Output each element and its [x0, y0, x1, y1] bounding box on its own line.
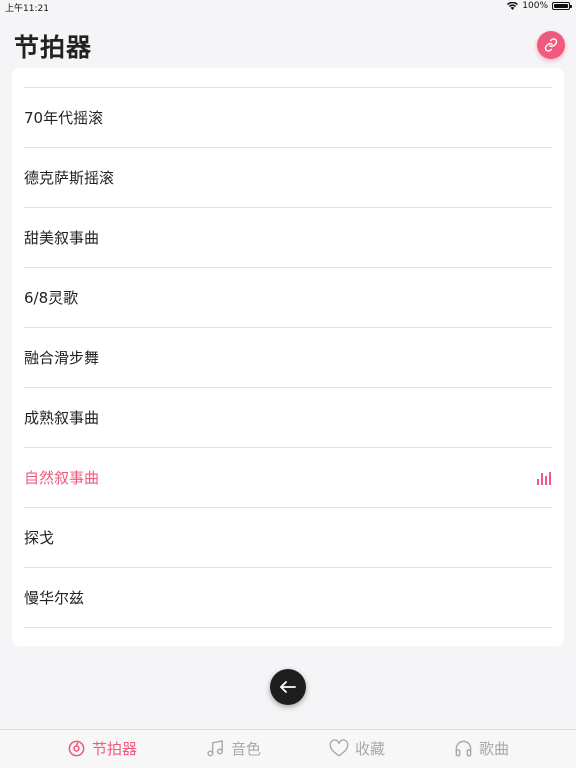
metronome-icon [68, 740, 85, 757]
status-bar: 上午11:21 100% [0, 0, 576, 14]
list-item-label: 70年代摇滚 [24, 109, 104, 127]
rhythm-list-card: 70年代摇滚 德克萨斯摇滚 甜美叙事曲 6/8灵歌 融合滑步舞 成熟叙事曲 自然… [12, 68, 564, 646]
battery-icon [552, 2, 572, 10]
list-item[interactable]: 甜美叙事曲 [24, 208, 552, 268]
now-playing-icon [537, 471, 551, 485]
back-button[interactable] [270, 669, 306, 705]
list-item[interactable]: 6/8灵歌 [24, 268, 552, 328]
arrow-left-icon [280, 681, 296, 693]
tab-favorites[interactable]: 收藏 [329, 738, 385, 759]
battery-percent: 100% [522, 1, 548, 11]
music-note-icon [207, 740, 223, 757]
tab-sounds[interactable]: 音色 [206, 738, 261, 759]
list-item-label: 甜美叙事曲 [24, 229, 100, 247]
list-item[interactable]: 成熟叙事曲 [24, 388, 552, 448]
list-item-label: 慢华尔兹 [24, 589, 85, 607]
tab-label: 歌曲 [479, 740, 510, 758]
list-item[interactable]: 70年代摇滚 [24, 88, 552, 148]
status-right: 100% [507, 1, 572, 11]
tab-label: 收藏 [355, 740, 386, 758]
rhythm-list: 70年代摇滚 德克萨斯摇滚 甜美叙事曲 6/8灵歌 融合滑步舞 成熟叙事曲 自然… [24, 87, 552, 628]
link-icon [544, 38, 558, 52]
link-button[interactable] [537, 31, 565, 59]
list-item-label: 成熟叙事曲 [24, 409, 100, 427]
heart-icon [329, 739, 349, 757]
list-item-label: 探戈 [24, 529, 55, 547]
page-title: 节拍器 [14, 33, 93, 62]
tab-bar: 节拍器 音色 收藏 歌曲 [0, 729, 576, 768]
tab-label: 节拍器 [92, 740, 138, 758]
list-item-label: 6/8灵歌 [24, 289, 79, 307]
list-item-label: 德克萨斯摇滚 [24, 169, 115, 187]
tab-songs[interactable]: 歌曲 [454, 738, 509, 759]
list-item-label: 融合滑步舞 [24, 349, 100, 367]
list-item[interactable]: 融合滑步舞 [24, 328, 552, 388]
status-time: 上午11:21 [5, 4, 49, 14]
headphones-icon [455, 740, 472, 757]
metronome-screen: 上午11:21 100% 节拍器 70年代摇滚 德克萨斯摇滚 甜美叙事曲 6/8… [0, 0, 576, 768]
list-item[interactable]: 慢华尔兹 [24, 568, 552, 628]
wifi-icon [507, 2, 519, 10]
list-item-label: 自然叙事曲 [24, 469, 100, 487]
tab-metronome[interactable]: 节拍器 [67, 738, 137, 759]
list-item[interactable]: 探戈 [24, 508, 552, 568]
list-item-active[interactable]: 自然叙事曲 [24, 448, 552, 508]
battery-level [554, 4, 568, 8]
list-item[interactable]: 德克萨斯摇滚 [24, 148, 552, 208]
tab-label: 音色 [231, 740, 262, 758]
